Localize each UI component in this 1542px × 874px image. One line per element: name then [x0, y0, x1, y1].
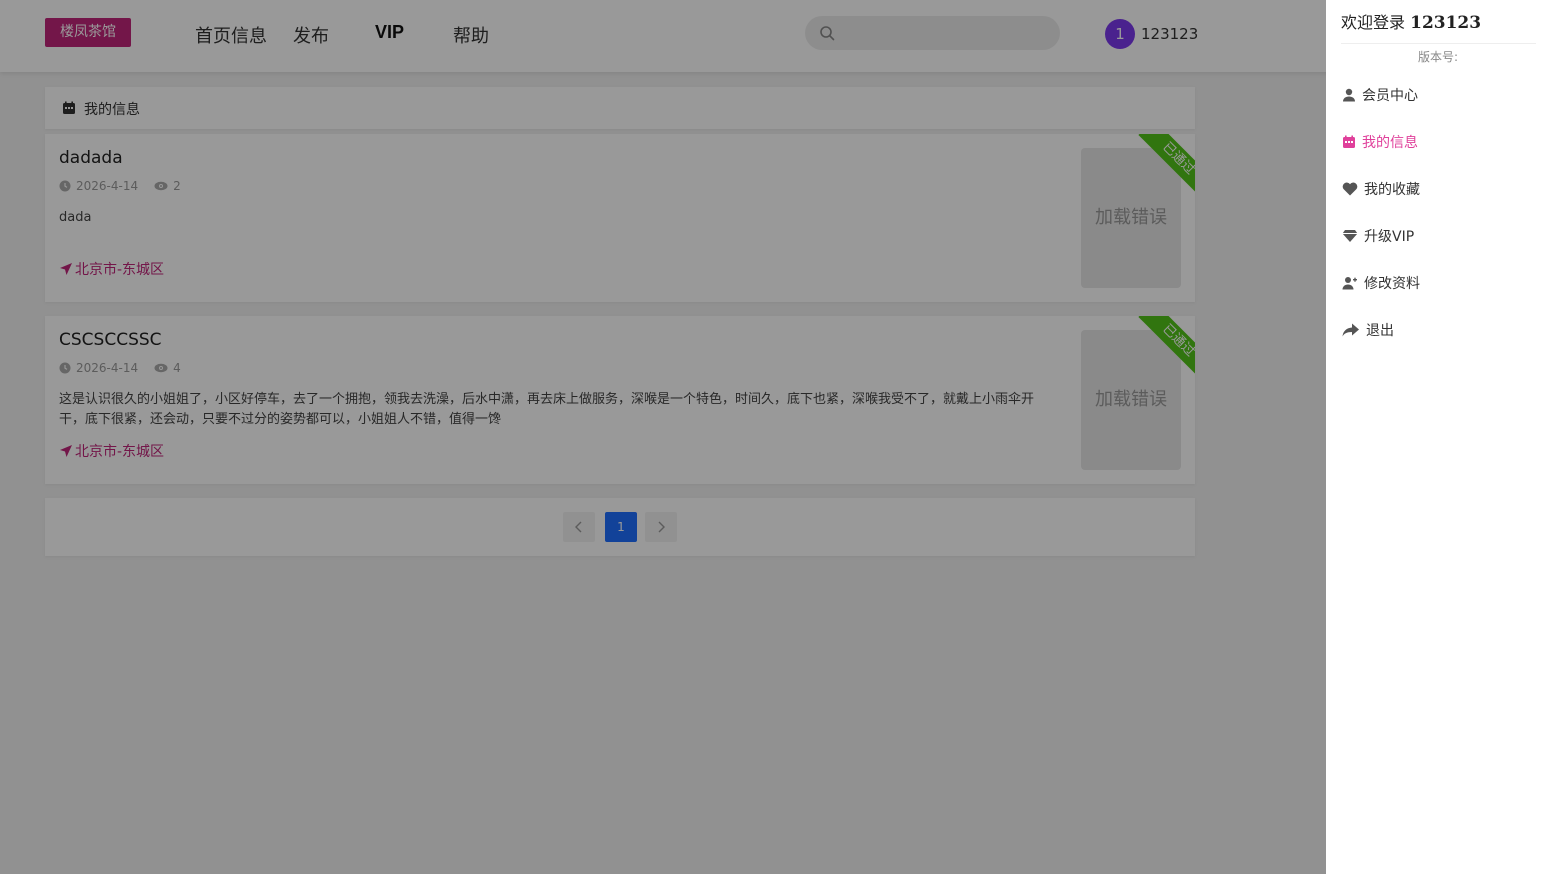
menu-label: 退出 — [1366, 323, 1394, 339]
welcome-prefix: 欢迎登录 — [1341, 13, 1406, 32]
menu-label: 升级VIP — [1364, 229, 1415, 245]
drawer-welcome: 欢迎登录 123123 — [1341, 9, 1481, 33]
menu-label: 我的信息 — [1362, 135, 1418, 151]
version-label: 版本号: — [1417, 50, 1459, 64]
menu-member-center[interactable]: 会员中心 — [1342, 83, 1418, 107]
menu-label: 修改资料 — [1364, 276, 1420, 292]
diamond-icon — [1342, 230, 1358, 242]
calendar-icon — [1343, 135, 1355, 148]
modal-backdrop[interactable] — [0, 0, 1326, 874]
menu-my-info[interactable]: 我的信息 — [1342, 130, 1418, 154]
menu-label: 会员中心 — [1362, 88, 1418, 104]
menu-logout[interactable]: 退出 — [1342, 318, 1394, 342]
menu-favorites[interactable]: 我的收藏 — [1342, 177, 1420, 201]
user-icon — [1343, 88, 1355, 102]
share-arrow-icon — [1342, 323, 1359, 337]
menu-edit-profile[interactable]: 修改资料 — [1342, 271, 1420, 295]
menu-upgrade-vip[interactable]: 升级VIP — [1342, 224, 1414, 248]
heart-icon — [1342, 182, 1358, 196]
welcome-username: 123123 — [1410, 13, 1482, 33]
user-drawer: 欢迎登录 123123 版本号: 会员中心 我的信息 我的收藏 升级VIP 修改… — [1326, 0, 1542, 874]
menu-label: 我的收藏 — [1364, 182, 1420, 198]
divider — [1341, 43, 1536, 44]
user-edit-icon — [1342, 277, 1357, 290]
